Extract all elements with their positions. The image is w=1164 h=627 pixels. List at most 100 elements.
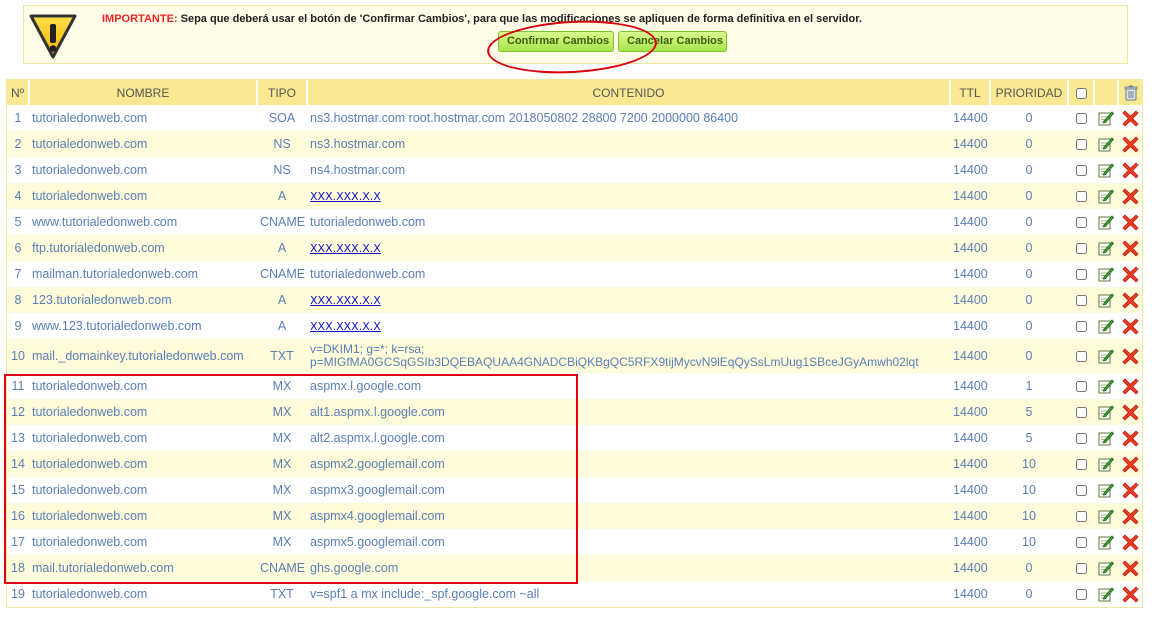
record-priority[interactable]: 0 (990, 581, 1068, 607)
record-select-checkbox[interactable] (1075, 459, 1087, 471)
record-ttl[interactable]: 14400 (950, 157, 990, 183)
record-select-checkbox[interactable] (1075, 139, 1087, 151)
record-priority[interactable]: 10 (990, 451, 1068, 477)
record-type[interactable]: A (257, 287, 307, 313)
record-priority[interactable]: 0 (990, 157, 1068, 183)
record-ttl[interactable]: 14400 (950, 287, 990, 313)
record-name[interactable]: tutorialedonweb.com (29, 183, 257, 209)
record-name[interactable]: tutorialedonweb.com (29, 373, 257, 399)
record-content[interactable]: XXX.XXX.X.X (310, 190, 381, 203)
record-content[interactable]: XXX.XXX.X.X (310, 320, 381, 333)
record-priority[interactable]: 1 (990, 373, 1068, 399)
delete-icon[interactable] (1121, 347, 1139, 365)
record-ttl[interactable]: 14400 (950, 131, 990, 157)
record-priority[interactable]: 0 (990, 555, 1068, 581)
record-priority[interactable]: 10 (990, 503, 1068, 529)
record-name[interactable]: tutorialedonweb.com (29, 425, 257, 451)
edit-icon[interactable] (1098, 162, 1114, 178)
record-select-checkbox[interactable] (1075, 243, 1087, 255)
record-select-checkbox[interactable] (1075, 269, 1087, 281)
edit-icon[interactable] (1098, 482, 1114, 498)
record-type[interactable]: MX (257, 399, 307, 425)
record-name[interactable]: tutorialedonweb.com (29, 105, 257, 131)
record-type[interactable]: MX (257, 529, 307, 555)
record-name[interactable]: tutorialedonweb.com (29, 529, 257, 555)
record-priority[interactable]: 0 (990, 105, 1068, 131)
delete-icon[interactable] (1121, 481, 1139, 499)
edit-icon[interactable] (1098, 214, 1114, 230)
delete-icon[interactable] (1121, 291, 1139, 309)
record-name[interactable]: tutorialedonweb.com (29, 581, 257, 607)
edit-icon[interactable] (1098, 534, 1114, 550)
record-name[interactable]: tutorialedonweb.com (29, 131, 257, 157)
record-type[interactable]: TXT (257, 581, 307, 607)
record-priority[interactable]: 5 (990, 399, 1068, 425)
record-priority[interactable]: 0 (990, 235, 1068, 261)
delete-icon[interactable] (1121, 403, 1139, 421)
delete-icon[interactable] (1121, 265, 1139, 283)
record-ttl[interactable]: 14400 (950, 477, 990, 503)
delete-icon[interactable] (1121, 507, 1139, 525)
record-priority[interactable]: 10 (990, 477, 1068, 503)
edit-icon[interactable] (1098, 266, 1114, 282)
record-type[interactable]: A (257, 183, 307, 209)
delete-icon[interactable] (1121, 533, 1139, 551)
record-priority[interactable]: 0 (990, 261, 1068, 287)
record-select-checkbox[interactable] (1075, 537, 1087, 549)
record-name[interactable]: mail.tutorialedonweb.com (29, 555, 257, 581)
record-select-checkbox[interactable] (1075, 485, 1087, 497)
header-nombre[interactable]: NOMBRE (29, 80, 258, 105)
record-priority[interactable]: 0 (990, 287, 1068, 313)
record-ttl[interactable]: 14400 (950, 581, 990, 607)
record-type[interactable]: SOA (257, 105, 307, 131)
record-content[interactable]: aspmx3.googlemail.com (310, 483, 445, 497)
record-content[interactable]: alt2.aspmx.l.google.com (310, 431, 445, 445)
record-select-checkbox[interactable] (1075, 433, 1087, 445)
delete-icon[interactable] (1121, 187, 1139, 205)
record-content[interactable]: XXX.XXX.X.X (310, 242, 381, 255)
record-name[interactable]: mailman.tutorialedonweb.com (29, 261, 257, 287)
record-ttl[interactable]: 14400 (950, 105, 990, 131)
record-select-checkbox[interactable] (1075, 321, 1087, 333)
record-ttl[interactable]: 14400 (950, 529, 990, 555)
trash-icon[interactable] (1123, 85, 1139, 101)
record-select-checkbox[interactable] (1075, 381, 1087, 393)
edit-icon[interactable] (1098, 348, 1114, 364)
record-name[interactable]: tutorialedonweb.com (29, 503, 257, 529)
delete-icon[interactable] (1121, 455, 1139, 473)
record-name[interactable]: tutorialedonweb.com (29, 477, 257, 503)
edit-icon[interactable] (1098, 508, 1114, 524)
edit-icon[interactable] (1098, 560, 1114, 576)
record-priority[interactable]: 0 (990, 339, 1068, 373)
record-content[interactable]: aspmx2.googlemail.com (310, 457, 445, 471)
record-type[interactable]: MX (257, 373, 307, 399)
record-select-checkbox[interactable] (1075, 113, 1087, 125)
record-priority[interactable]: 10 (990, 529, 1068, 555)
record-name[interactable]: ftp.tutorialedonweb.com (29, 235, 257, 261)
delete-icon[interactable] (1121, 161, 1139, 179)
record-select-checkbox[interactable] (1075, 191, 1087, 203)
record-content[interactable]: ns4.hostmar.com (310, 163, 405, 177)
record-content[interactable]: ghs.google.com (310, 561, 398, 575)
record-type[interactable]: A (257, 235, 307, 261)
record-type[interactable]: CNAME (257, 261, 307, 287)
record-select-checkbox[interactable] (1075, 217, 1087, 229)
record-priority[interactable]: 0 (990, 183, 1068, 209)
record-type[interactable]: NS (257, 157, 307, 183)
delete-icon[interactable] (1121, 213, 1139, 231)
record-ttl[interactable]: 14400 (950, 555, 990, 581)
record-name[interactable]: tutorialedonweb.com (29, 451, 257, 477)
record-type[interactable]: MX (257, 503, 307, 529)
header-prioridad[interactable]: PRIORIDAD (990, 80, 1069, 105)
record-name[interactable]: tutorialedonweb.com (29, 157, 257, 183)
record-ttl[interactable]: 14400 (950, 503, 990, 529)
delete-icon[interactable] (1121, 317, 1139, 335)
edit-icon[interactable] (1098, 430, 1114, 446)
record-content[interactable]: aspmx.l.google.com (310, 379, 421, 393)
record-priority[interactable]: 0 (990, 131, 1068, 157)
record-content[interactable]: ns3.hostmar.com root.hostmar.com 2018050… (310, 111, 738, 125)
select-all-checkbox[interactable] (1075, 87, 1087, 99)
record-type[interactable]: MX (257, 477, 307, 503)
record-priority[interactable]: 0 (990, 313, 1068, 339)
edit-icon[interactable] (1098, 292, 1114, 308)
